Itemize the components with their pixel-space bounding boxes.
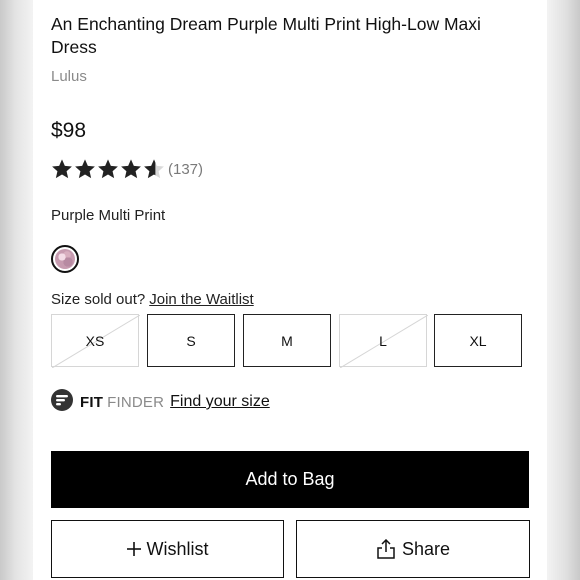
size-option-l[interactable]: L (339, 314, 428, 368)
rating-stars[interactable]: (137) (51, 157, 203, 181)
size-waitlist-row: Size sold out? Join the Waitlist (51, 291, 254, 308)
partial-star-icon (143, 158, 166, 180)
plus-icon (126, 542, 141, 556)
rating-count[interactable]: (137) (168, 161, 203, 178)
fit-finder-logo-icon (51, 389, 73, 415)
wishlist-button[interactable]: Wishlist (51, 520, 284, 578)
star-icon (51, 158, 74, 180)
share-icon (376, 539, 396, 559)
fit-finder-brand-bold: FIT (80, 393, 104, 411)
fit-finder-brand-light: FINDER (107, 393, 165, 411)
add-to-bag-button[interactable]: Add to Bag (51, 451, 529, 508)
product-price: $98 (51, 119, 87, 142)
size-label: M (281, 332, 293, 349)
brand-name[interactable]: Lulus (51, 68, 87, 85)
size-label: L (379, 332, 387, 349)
star-icon (97, 158, 120, 180)
star-icon (120, 158, 143, 180)
star-icon (74, 158, 97, 180)
wishlist-label: Wishlist (146, 538, 209, 559)
join-waitlist-link[interactable]: Join the Waitlist (149, 291, 253, 308)
size-label: XS (85, 332, 105, 349)
size-option-s[interactable]: S (147, 314, 235, 367)
product-title: An Enchanting Dream Purple Multi Print H… (51, 14, 481, 57)
swatch-image (55, 249, 75, 269)
color-swatch[interactable] (51, 245, 79, 273)
share-button[interactable]: Share (296, 520, 530, 578)
size-option-xs[interactable]: XS (51, 314, 140, 368)
size-option-m[interactable]: M (243, 314, 331, 367)
color-name: Purple Multi Print (51, 207, 166, 224)
size-label: S (186, 332, 196, 349)
sold-out-text: Size sold out? (51, 291, 146, 308)
size-label: XL (469, 332, 487, 349)
size-option-xl[interactable]: XL (434, 314, 522, 367)
share-label: Share (401, 538, 451, 559)
find-your-size-link[interactable]: Find your size (170, 393, 270, 411)
fit-finder: FIT FINDER Find your size (51, 389, 270, 415)
